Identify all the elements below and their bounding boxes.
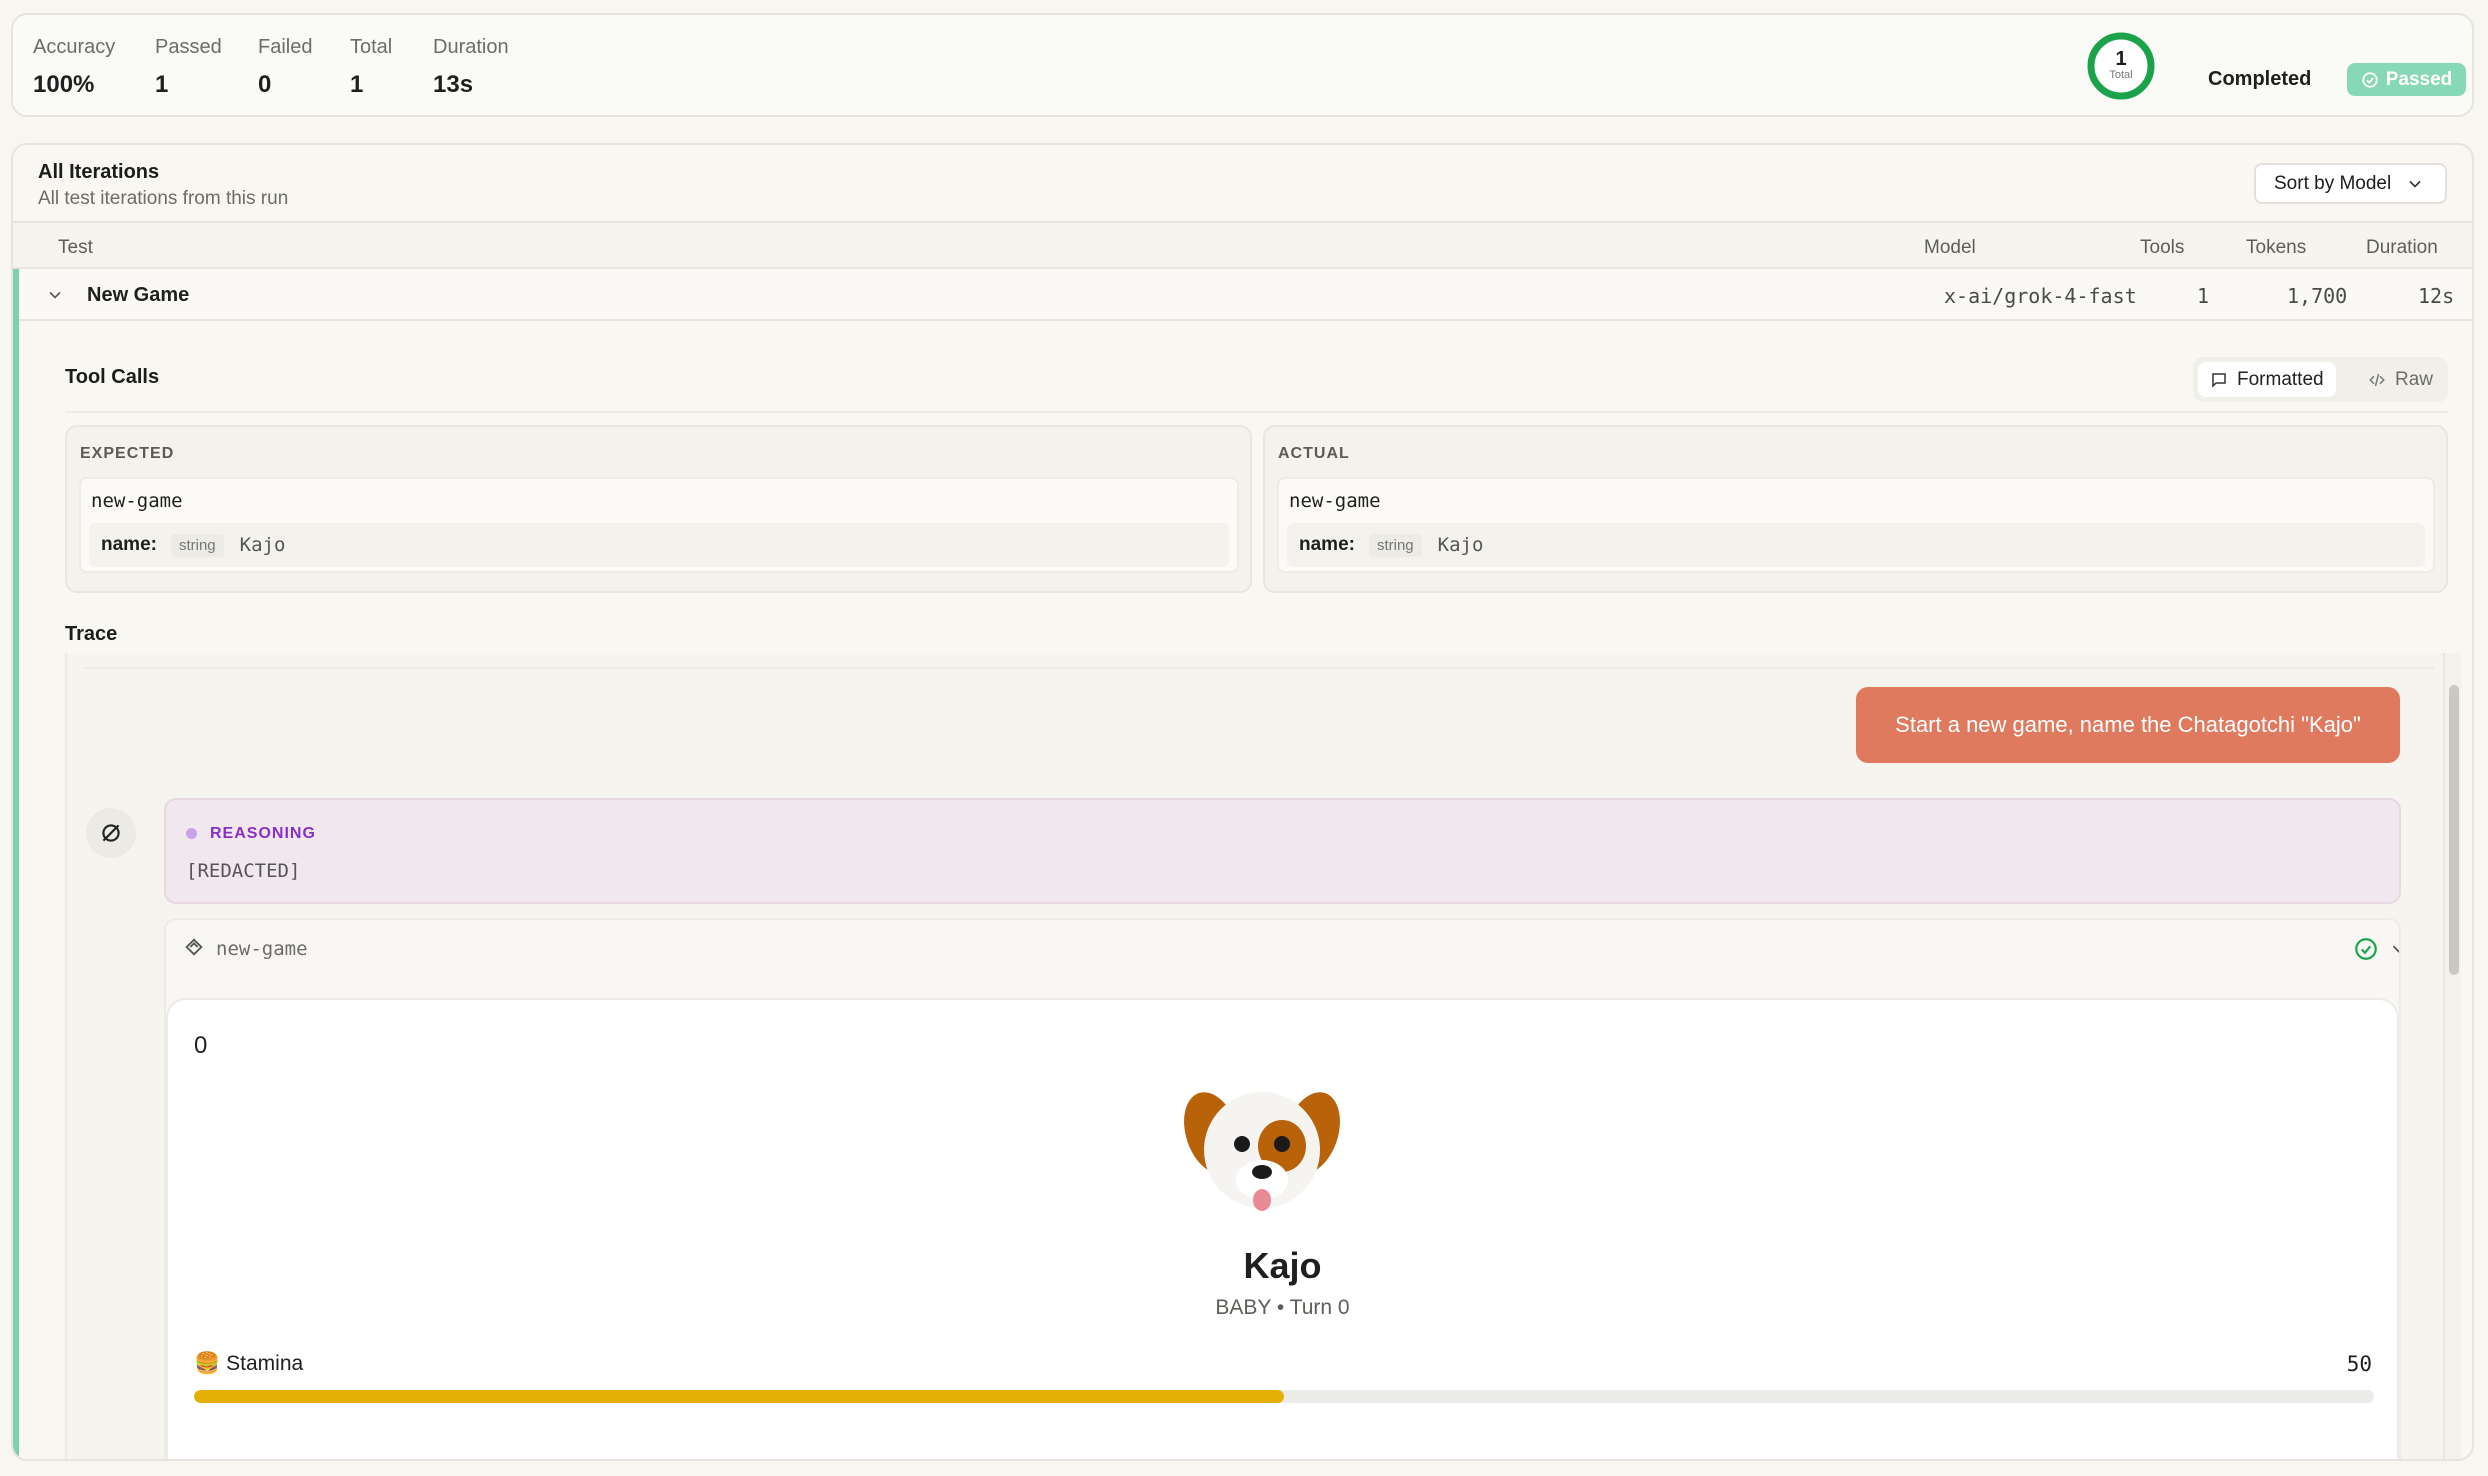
row-model: x-ai/grok-4-fast	[1944, 284, 2137, 308]
raw-button[interactable]: Raw	[2356, 362, 2445, 397]
arg-name: name:	[101, 534, 157, 555]
chevron-down-icon	[2409, 180, 2421, 188]
stat-label: Failed	[258, 36, 313, 58]
actual-call: new-game name: string Kajo	[1277, 477, 2435, 573]
stat-label: Accuracy	[33, 36, 116, 58]
stat-value: 0	[258, 71, 272, 98]
sort-select-label: Sort by Model	[2274, 172, 2392, 194]
trace-title: Trace	[65, 623, 118, 645]
progress-ring-icon: 1 Total	[2086, 31, 2156, 101]
panel-title: All Iterations	[38, 161, 160, 183]
stat-value: 50	[2346, 1352, 2372, 1376]
check-circle-icon	[2355, 938, 2377, 960]
formatted-label: Formatted	[2237, 368, 2324, 390]
dog-face-icon	[1184, 1092, 1340, 1211]
scrollbar-thumb[interactable]	[2449, 685, 2459, 975]
message-square-icon	[2212, 372, 2226, 388]
iterations-panel: All Iterations All test iterations from …	[11, 143, 2474, 1461]
tool-icon	[185, 938, 203, 956]
col-tokens: Tokens	[2246, 237, 2307, 258]
expected-call: new-game name: string Kajo	[79, 477, 1239, 573]
tool-calls-title: Tool Calls	[65, 366, 160, 388]
panel-subtitle: All test iterations from this run	[38, 188, 289, 209]
reasoning-body: [REDACTED]	[186, 860, 301, 882]
row-duration: 12s	[2418, 284, 2455, 308]
stat-value: 1	[350, 71, 364, 98]
trace-view[interactable]: Start a new game, name the Chatagotchi "…	[65, 653, 2461, 1459]
row-tools: 1	[2197, 284, 2210, 308]
pet-name: Kajo	[1243, 1245, 1322, 1286]
row-test-name: New Game	[87, 284, 190, 306]
stamina-bar-fill	[194, 1390, 1284, 1403]
actual-label: ACTUAL	[1278, 445, 1350, 462]
ring-number: 1	[2115, 48, 2127, 70]
stat-label: Duration	[433, 36, 509, 58]
stamina-bar	[194, 1390, 2374, 1403]
stat-value: 1	[155, 71, 169, 98]
stat-failed: Failed 0	[258, 37, 312, 97]
expected-label: EXPECTED	[80, 445, 175, 462]
reasoning-dot	[186, 828, 197, 839]
col-model: Model	[1924, 237, 1976, 258]
arg-type: string	[170, 533, 224, 557]
user-message: Start a new game, name the Chatagotchi "…	[1856, 687, 2400, 763]
stamina-label-row: 🍔 Stamina	[194, 1352, 303, 1376]
stat-duration: Duration 13s	[433, 37, 509, 97]
raw-label: Raw	[2395, 368, 2434, 390]
game-widget: 0 Kajo BABY • Turn 0 🍔 Stamina 50	[166, 998, 2399, 1459]
widget-counter: 0	[194, 1032, 208, 1059]
divider	[84, 667, 2434, 669]
stat-label: Passed	[155, 36, 222, 58]
stat-label: Total	[350, 36, 393, 58]
view-toggle: Formatted Raw	[2193, 357, 2448, 402]
expected-tool-calls: EXPECTED new-game name: string Kajo	[65, 425, 1252, 593]
arg-name: name:	[1299, 534, 1355, 555]
status-badge-label: Passed	[2385, 68, 2453, 90]
divider	[65, 411, 2448, 413]
formatted-button[interactable]: Formatted	[2198, 362, 2336, 397]
stat-total: Total 1	[350, 37, 392, 97]
pet-stage: BABY • Turn 0	[1215, 1296, 1350, 1319]
stat-value: 100%	[33, 71, 95, 98]
tool-result-card: new-game 0 Kajo BABY • Turn 0 🍔 Stamina …	[164, 918, 2401, 1459]
table-row[interactable]: New Game x-ai/grok-4-fast 1 1,700 12s	[13, 269, 2472, 321]
actual-tool-calls: ACTUAL new-game name: string Kajo	[1263, 425, 2448, 593]
stat-accuracy: Accuracy 100%	[33, 37, 115, 97]
reasoning-block: REASONING [REDACTED]	[164, 798, 2401, 904]
code-icon	[2369, 373, 2385, 386]
chevron-down-icon[interactable]	[45, 285, 65, 305]
table-header: Test Model Tools Tokens Duration	[13, 221, 2472, 269]
status-badge: Passed	[2347, 63, 2466, 96]
sort-select[interactable]: Sort by Model	[2254, 163, 2447, 204]
trace-scrollbar[interactable]	[2443, 653, 2461, 1459]
reasoning-label: REASONING	[210, 825, 316, 842]
run-summary: Accuracy 100% Passed 1 Failed 0 Total 1 …	[11, 13, 2474, 117]
model-logo-icon	[86, 808, 136, 858]
ring-label: Total	[2109, 69, 2133, 81]
tool-name: new-game	[216, 938, 308, 960]
actual-fn-name: new-game	[1289, 490, 1381, 512]
check-circle-icon	[2362, 71, 2378, 88]
burger-icon: 🍔	[194, 1352, 221, 1375]
stat-label: Stamina	[226, 1352, 304, 1375]
col-tools: Tools	[2140, 237, 2185, 258]
arg-value: Kajo	[239, 534, 286, 556]
arg-type: string	[1368, 533, 1422, 557]
row-tokens: 1,700	[2287, 284, 2348, 308]
expected-arg: name: string Kajo	[89, 523, 1229, 567]
chevron-down-icon[interactable]	[2388, 938, 2401, 960]
run-status: Completed	[2208, 68, 2312, 90]
stat-value: 13s	[433, 71, 474, 98]
row-accent-bar	[13, 269, 19, 1459]
col-duration: Duration	[2366, 237, 2438, 258]
actual-arg: name: string Kajo	[1287, 523, 2425, 567]
arg-value: Kajo	[1437, 534, 1484, 556]
stat-passed: Passed 1	[155, 37, 222, 97]
expected-fn-name: new-game	[91, 490, 183, 512]
col-test: Test	[58, 237, 93, 258]
